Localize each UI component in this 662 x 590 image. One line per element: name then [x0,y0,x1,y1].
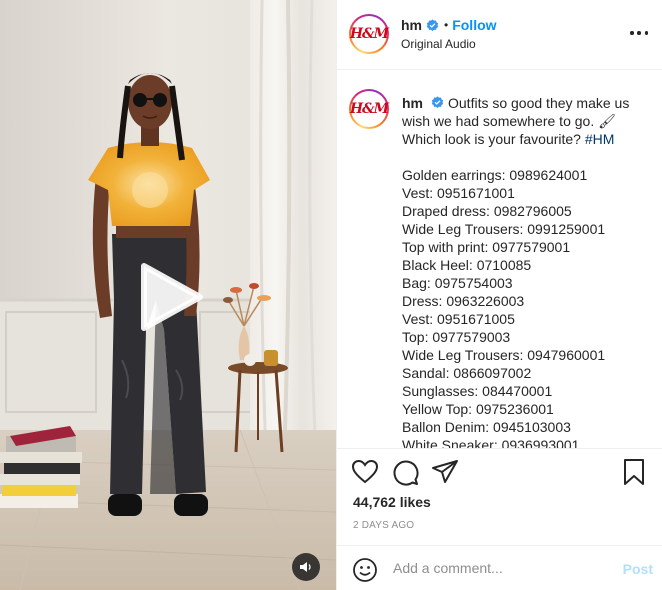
heart-icon [351,459,379,484]
product-item: Wide Leg Trousers: 0991259001 [402,221,606,237]
product-item: Ballon Denim: 0945103003 [402,419,571,435]
product-item: Golden earrings: 0989624001 [402,167,588,183]
audio-toggle-button[interactable] [292,553,320,581]
play-icon [141,263,203,331]
product-item: Top: 0977579003 [402,329,511,345]
more-dot [637,31,641,35]
more-options-button[interactable] [630,26,648,40]
play-button[interactable] [138,262,204,332]
product-item: Bag: 0975754003 [402,275,513,291]
avatar[interactable]: H&M [349,14,389,54]
product-list: Golden earrings: 0989624001 Vest: 095167… [402,166,652,448]
like-button[interactable] [351,458,379,486]
product-item: Draped dress: 0982796005 [402,203,572,219]
verified-badge-icon [426,18,439,31]
emoji-icon [353,558,377,582]
product-item: Sandal: 0866097002 [402,365,532,381]
product-item: Sunglasses: 084470001 [402,383,553,399]
emoji-button[interactable] [352,557,378,583]
bookmark-icon [624,459,644,485]
product-item: Wide Leg Trousers: 0947960001 [402,347,606,363]
brand-logo: H&M [349,26,389,42]
username-link[interactable]: hm [401,17,422,33]
post-timestamp[interactable]: 2 DAYS AGO [353,520,414,531]
comment-button[interactable] [391,458,419,486]
brand-logo: H&M [349,101,389,117]
header-name-row: hm • Follow [401,17,497,33]
video-player[interactable] [0,0,336,590]
verified-badge-icon [431,96,444,108]
more-dot [644,31,648,35]
post-actions: 44,762 likes 2 DAYS AGO Post [337,448,662,590]
comment-input[interactable] [393,560,603,576]
post-comment-button[interactable]: Post [623,561,653,577]
save-button[interactable] [620,458,648,486]
product-item: White Sneaker: 0936993001 [402,437,580,448]
product-item: Top with print: 0977579001 [402,239,571,255]
add-comment-form: Post [337,545,662,590]
caption-username[interactable]: hm [402,95,423,111]
product-item: Yellow Top: 0975236001 [402,401,554,417]
comments-section[interactable]: H&M hm Outfits so good they make us wish… [337,71,662,448]
post-dialog: H&M hm • Follow Original Audio H&M hm Ou… [0,0,662,590]
likes-count[interactable]: 44,762 likes [353,494,431,510]
product-item: Vest: 0951671001 [402,185,515,201]
post-header: H&M hm • Follow Original Audio [337,0,662,70]
separator-dot: • [444,18,449,32]
caption-avatar[interactable]: H&M [349,89,389,129]
more-options-icon [630,31,634,35]
speaker-icon [300,562,311,572]
post-side-panel: H&M hm • Follow Original Audio H&M hm Ou… [336,0,662,590]
share-icon [432,460,458,483]
post-caption: hm Outfits so good they make us wish we … [402,94,652,448]
hashtag-link[interactable]: #HM [585,131,615,147]
follow-button[interactable]: Follow [452,17,496,33]
share-button[interactable] [431,458,459,486]
product-item: Vest: 0951671005 [402,311,515,327]
product-item: Black Heel: 0710085 [402,257,532,273]
avatar-inner: H&M [349,16,389,52]
product-item: Dress: 0963226003 [402,293,525,309]
audio-link[interactable]: Original Audio [401,37,476,51]
comment-icon [393,460,419,486]
avatar-inner: H&M [349,91,389,127]
